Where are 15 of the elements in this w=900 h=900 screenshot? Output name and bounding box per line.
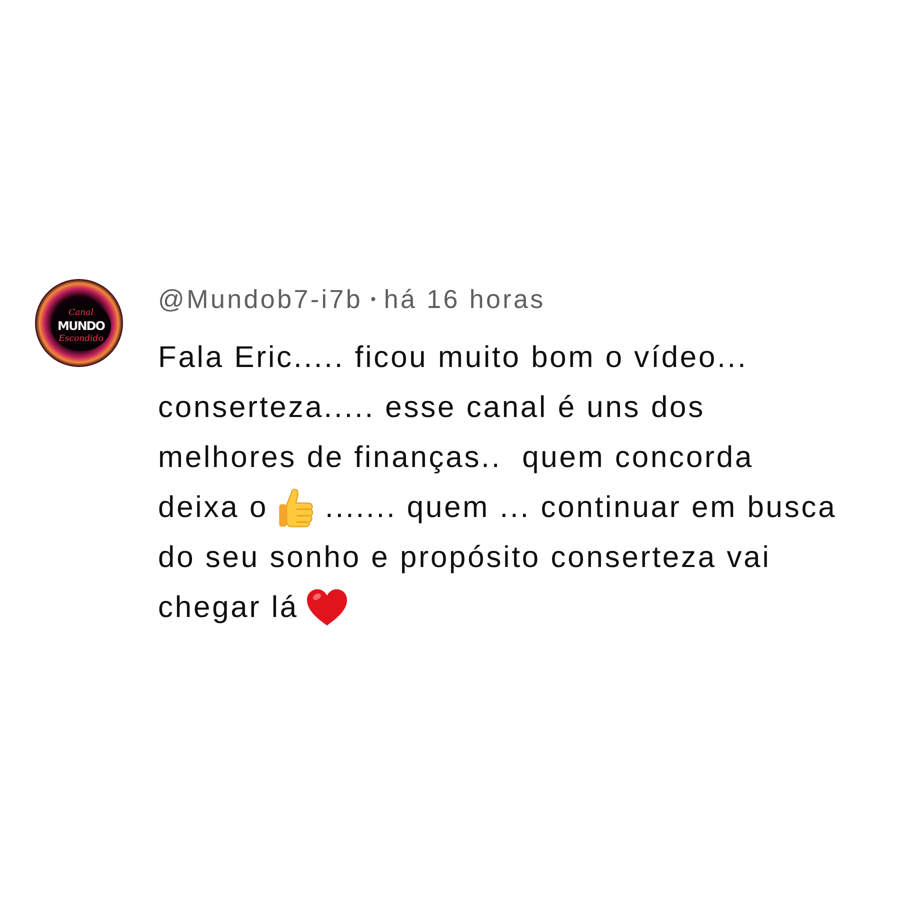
logo-text: Escondido <box>58 334 104 344</box>
heart-icon <box>306 588 347 628</box>
comment-text: ....... quem ... continuar em busca <box>325 491 837 525</box>
logo-text: Canal <box>68 308 94 318</box>
comment-text: do seu sonho e propósito conserteza vai <box>158 541 771 575</box>
comment-text: chegar lá <box>158 591 299 625</box>
comment-text: Fala Eric..... ficou muito bom o vídeo... <box>158 341 748 375</box>
logo-text: MUNDO <box>58 319 104 333</box>
comment-text: melhores de finanças.. quem concorda <box>158 441 754 475</box>
comment-text: conserteza..... esse canal é uns dos <box>158 391 706 425</box>
separator-dot: • <box>370 290 376 308</box>
channel-avatar[interactable]: Canal MUNDO Escondido <box>35 279 123 367</box>
author-name[interactable]: @Mundob7-i7b <box>158 284 363 314</box>
comment-text: deixa o <box>158 491 268 525</box>
comment-time[interactable]: há 16 horas <box>384 284 546 314</box>
